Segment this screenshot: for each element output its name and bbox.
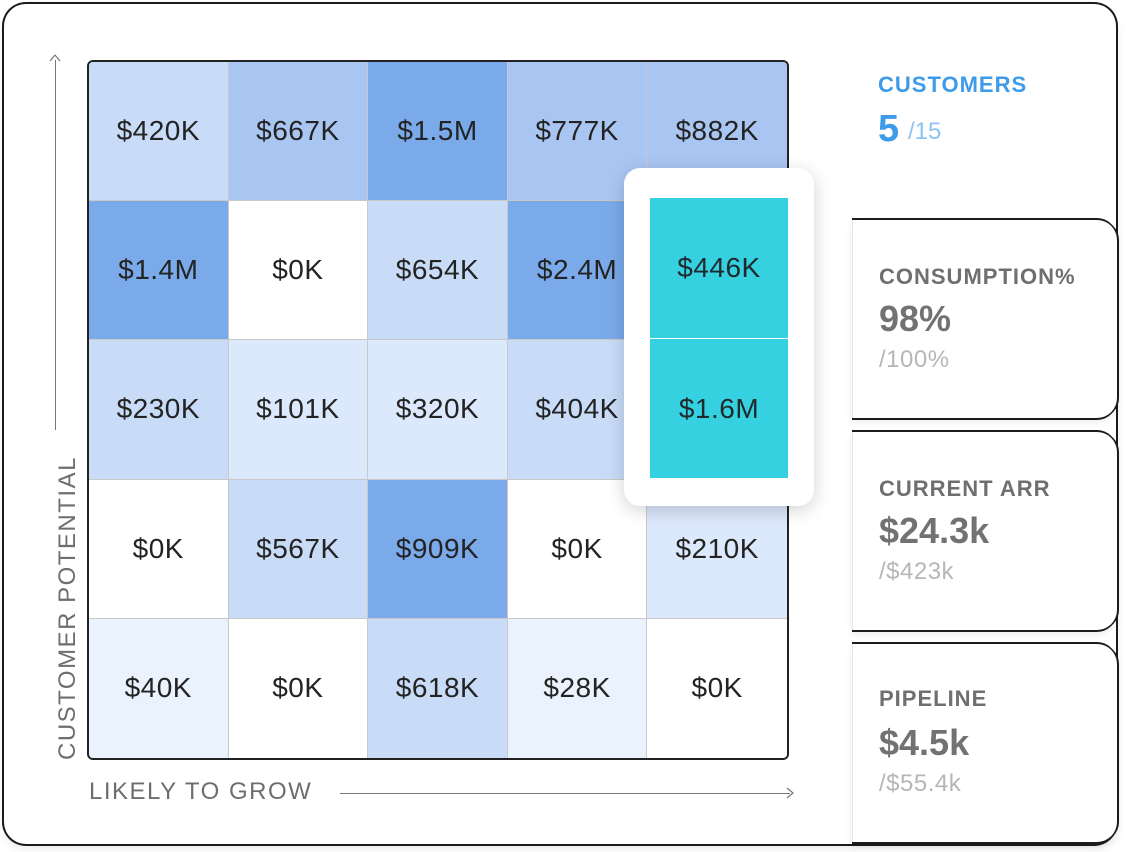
pipeline-total: /$55.4k bbox=[879, 770, 962, 797]
right-arrow-icon bbox=[786, 787, 794, 799]
y-axis-line bbox=[55, 60, 56, 430]
heatmap-cell[interactable]: $1.5M bbox=[368, 62, 508, 202]
heatmap-cell[interactable]: $0K bbox=[228, 201, 369, 341]
current-arr-total: /$423k bbox=[879, 558, 955, 585]
consumption-title: CONSUMPTION% bbox=[879, 264, 1076, 289]
heatmap-cell[interactable]: $230K bbox=[89, 340, 229, 480]
heatmap-cell[interactable]: $0K bbox=[228, 618, 369, 758]
consumption-value: 98% bbox=[879, 298, 952, 339]
customers-title: CUSTOMERS bbox=[878, 72, 1028, 97]
pipeline-title: PIPELINE bbox=[879, 686, 988, 711]
current-arr-value: $24.3k bbox=[879, 510, 990, 551]
heatmap-cell[interactable]: $0K bbox=[507, 479, 648, 619]
pipeline-value: $4.5k bbox=[879, 722, 970, 763]
heatmap-cell[interactable]: $0K bbox=[647, 618, 787, 758]
x-axis-label: LIKELY TO GROW bbox=[89, 778, 313, 805]
heatmap-cell[interactable]: $101K bbox=[228, 340, 369, 480]
heatmap-cell-highlighted[interactable]: $1.6M bbox=[650, 339, 788, 478]
heatmap-cell[interactable]: $567K bbox=[228, 479, 369, 619]
heatmap-cell-highlighted[interactable]: $446K bbox=[650, 198, 788, 339]
heatmap-cell[interactable]: $320K bbox=[368, 340, 508, 480]
up-arrow-icon bbox=[49, 54, 61, 62]
heatmap-cell[interactable]: $420K bbox=[89, 62, 229, 202]
x-axis-line bbox=[340, 793, 790, 794]
heatmap-cell[interactable]: $654K bbox=[368, 201, 508, 341]
heatmap-cell[interactable]: $909K bbox=[368, 479, 508, 619]
heatmap-cell[interactable]: $0K bbox=[89, 479, 229, 619]
y-axis-label: CUSTOMER POTENTIAL bbox=[54, 456, 81, 760]
dashboard-frame: $420K $667K $1.5M $777K $882K $1.4M $0K $654K $2… bbox=[0, 0, 1126, 852]
pipeline-card[interactable]: PIPELINE $4.5k /$55.4k bbox=[852, 644, 1117, 842]
heatmap-cell[interactable]: $28K bbox=[507, 618, 648, 758]
heatmap-cell[interactable]: $618K bbox=[368, 618, 508, 758]
customers-total: /15 bbox=[908, 118, 942, 145]
heatmap-cell[interactable]: $40K bbox=[89, 618, 229, 758]
heatmap-cell[interactable]: $1.4M bbox=[89, 201, 229, 341]
consumption-card[interactable]: CONSUMPTION% 98% /100% bbox=[852, 220, 1117, 418]
current-arr-card[interactable]: CURRENT ARR $24.3k /$423k bbox=[852, 432, 1117, 630]
heatmap-cell[interactable]: $667K bbox=[228, 62, 369, 202]
current-arr-title: CURRENT ARR bbox=[879, 476, 1051, 501]
consumption-total: /100% bbox=[879, 346, 950, 373]
customers-value: 5 bbox=[878, 108, 900, 150]
